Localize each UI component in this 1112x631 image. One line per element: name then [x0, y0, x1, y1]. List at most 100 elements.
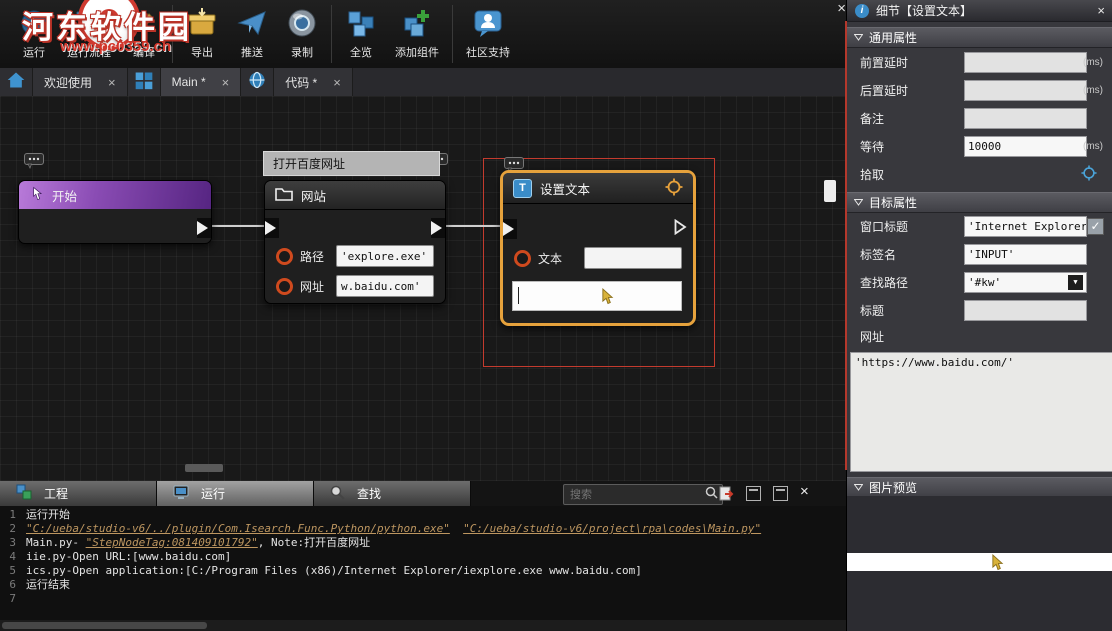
output-port-outline-icon: [674, 219, 687, 235]
output-port[interactable]: [197, 218, 211, 238]
find-path-value: '#kw': [968, 276, 1001, 289]
close-icon[interactable]: ×: [837, 1, 846, 16]
search-icon[interactable]: [705, 486, 718, 504]
log-search-input[interactable]: [568, 488, 705, 502]
node-settext[interactable]: 设置文本 文本: [500, 170, 696, 326]
tag-name-input[interactable]: 'INPUT': [964, 244, 1087, 265]
pick-crosshair-icon[interactable]: [1081, 165, 1097, 184]
log-line: 2 "C:/ueba/studio-v6/../plugin/Com.Isear…: [0, 522, 846, 536]
log-horizontal-scrollbar-thumb[interactable]: [2, 622, 207, 629]
section-general-properties[interactable]: 通用属性: [847, 27, 1112, 48]
tab-code[interactable]: 代码 * ×: [274, 68, 353, 96]
run-flow-icon: [74, 5, 104, 41]
log-line: 4 iie.py-Open URL:[www.baidu.com]: [0, 550, 846, 564]
node-start[interactable]: 开始: [18, 180, 212, 244]
node-website[interactable]: 网站 路径 'explore.exe' 网址 w.baidu.com': [264, 180, 446, 304]
bottom-tab-project[interactable]: 工程: [0, 481, 157, 506]
post-delay-input[interactable]: [964, 80, 1087, 101]
canvas-vertical-scrollbar[interactable]: [824, 180, 836, 202]
text-value-box[interactable]: [512, 281, 682, 311]
toolbar-add-component-button[interactable]: 添加组件: [386, 3, 448, 62]
output-port[interactable]: [674, 219, 687, 240]
line-number: 4: [0, 550, 16, 564]
input-port[interactable]: [503, 219, 517, 239]
flow-grid-tab-button[interactable]: [128, 68, 161, 96]
row-pre-delay: 前置延时 (ms): [847, 48, 1112, 76]
remark-input[interactable]: [964, 108, 1087, 129]
window-title-checkbox[interactable]: [1087, 218, 1104, 235]
toolbar-push-button[interactable]: 推送: [227, 3, 277, 62]
node-website-title: 网站: [301, 186, 326, 205]
close-icon[interactable]: ×: [108, 75, 116, 90]
section-image-preview[interactable]: 图片预览: [847, 477, 1112, 498]
bottom-tab-run[interactable]: 运行: [157, 481, 314, 506]
field-label: 等待: [860, 138, 884, 155]
toolbar-run-flow-button[interactable]: 运行流程: [58, 3, 120, 62]
close-icon[interactable]: ×: [333, 75, 341, 90]
pre-delay-input[interactable]: [964, 52, 1087, 73]
value-port-icon[interactable]: [276, 278, 293, 295]
log-link[interactable]: "C:/ueba/studio-v6/project\rpa\codes\Mai…: [463, 522, 761, 536]
toolbar-separator: [331, 5, 332, 63]
log-line: 6 运行结束: [0, 578, 846, 592]
details-panel: 细节【设置文本】 × 通用属性 前置延时 (ms) 后置延时 (ms) 备注 等…: [846, 0, 1112, 631]
panel-maximize-button[interactable]: [773, 486, 788, 501]
url-textarea[interactable]: 'https://www.baidu.com/': [850, 352, 1112, 472]
url-input[interactable]: w.baidu.com': [336, 275, 434, 297]
log-link[interactable]: "StepNodeTag:081409101792": [86, 536, 258, 550]
toolbar-run-label: 运行: [23, 44, 45, 60]
home-tab-button[interactable]: [0, 68, 33, 96]
panel-window-button[interactable]: [746, 486, 761, 501]
section-target-properties[interactable]: 目标属性: [847, 192, 1112, 213]
value-port-icon[interactable]: [514, 250, 531, 267]
record-icon: [286, 5, 318, 41]
node-note-label[interactable]: 打开百度网址: [263, 151, 440, 176]
node-settext-header[interactable]: 设置文本: [503, 173, 693, 204]
field-label: 标题: [860, 302, 884, 319]
toolbar-overview-button[interactable]: 全览: [336, 3, 386, 62]
tab-code-label: 代码 *: [285, 74, 317, 91]
monitor-icon: [173, 484, 189, 503]
line-number: 2: [0, 522, 16, 536]
log-horizontal-scrollbar-track[interactable]: [0, 620, 846, 631]
close-icon[interactable]: ×: [1097, 3, 1105, 18]
close-icon[interactable]: ×: [222, 75, 230, 90]
collapse-arrow-icon: [854, 199, 863, 206]
canvas-horizontal-scrollbar[interactable]: [185, 464, 223, 472]
field-label: 网址: [860, 328, 884, 345]
dropdown-arrow-icon[interactable]: [1068, 275, 1083, 290]
node-website-header[interactable]: 网站: [265, 181, 445, 210]
wait-input[interactable]: 10000: [964, 136, 1087, 157]
row-tag-name: 标签名 'INPUT': [847, 240, 1112, 268]
close-icon[interactable]: ×: [800, 483, 809, 500]
node-start-header[interactable]: 开始: [19, 181, 211, 209]
flow-canvas[interactable]: 打开百度网址 开始 网站: [0, 96, 846, 481]
run-log-output[interactable]: 1 运行开始 2 "C:/ueba/studio-v6/../plugin/Co…: [0, 506, 846, 622]
tab-main-label: Main *: [172, 75, 206, 89]
value-port-icon[interactable]: [276, 248, 293, 265]
toolbar-record-button[interactable]: 录制: [277, 3, 327, 62]
target-crosshair-icon[interactable]: [665, 178, 683, 199]
window-title-input[interactable]: 'Internet Explorer': [964, 216, 1087, 237]
export-log-button[interactable]: [718, 486, 734, 507]
comment-icon[interactable]: [24, 153, 44, 174]
find-path-combobox[interactable]: '#kw': [964, 272, 1087, 293]
input-port[interactable]: [265, 218, 279, 238]
toolbar-compile-button[interactable]: 编译: [120, 3, 168, 62]
log-text: iie.py-Open URL:[www.baidu.com]: [26, 550, 231, 564]
bottom-tab-find-label: 查找: [357, 485, 381, 502]
tab-main[interactable]: Main * ×: [161, 68, 242, 96]
tab-welcome[interactable]: 欢迎使用 ×: [33, 68, 128, 96]
title-input[interactable]: [964, 300, 1087, 321]
toolbar-community-button[interactable]: 社区支持: [457, 3, 519, 62]
code-globe-tab-button[interactable]: [241, 68, 274, 96]
path-input[interactable]: 'explore.exe': [336, 245, 434, 267]
toolbar-run-button[interactable]: 运行: [10, 3, 58, 62]
toolbar-export-button[interactable]: 导出: [177, 3, 227, 62]
collapse-arrow-icon: [854, 34, 863, 41]
bottom-tab-find[interactable]: 查找: [314, 481, 471, 506]
text-input[interactable]: [584, 247, 682, 269]
output-port[interactable]: [431, 218, 445, 238]
log-line: 1 运行开始: [0, 508, 846, 522]
log-link[interactable]: "C:/ueba/studio-v6/../plugin/Com.Isearch…: [26, 522, 450, 536]
